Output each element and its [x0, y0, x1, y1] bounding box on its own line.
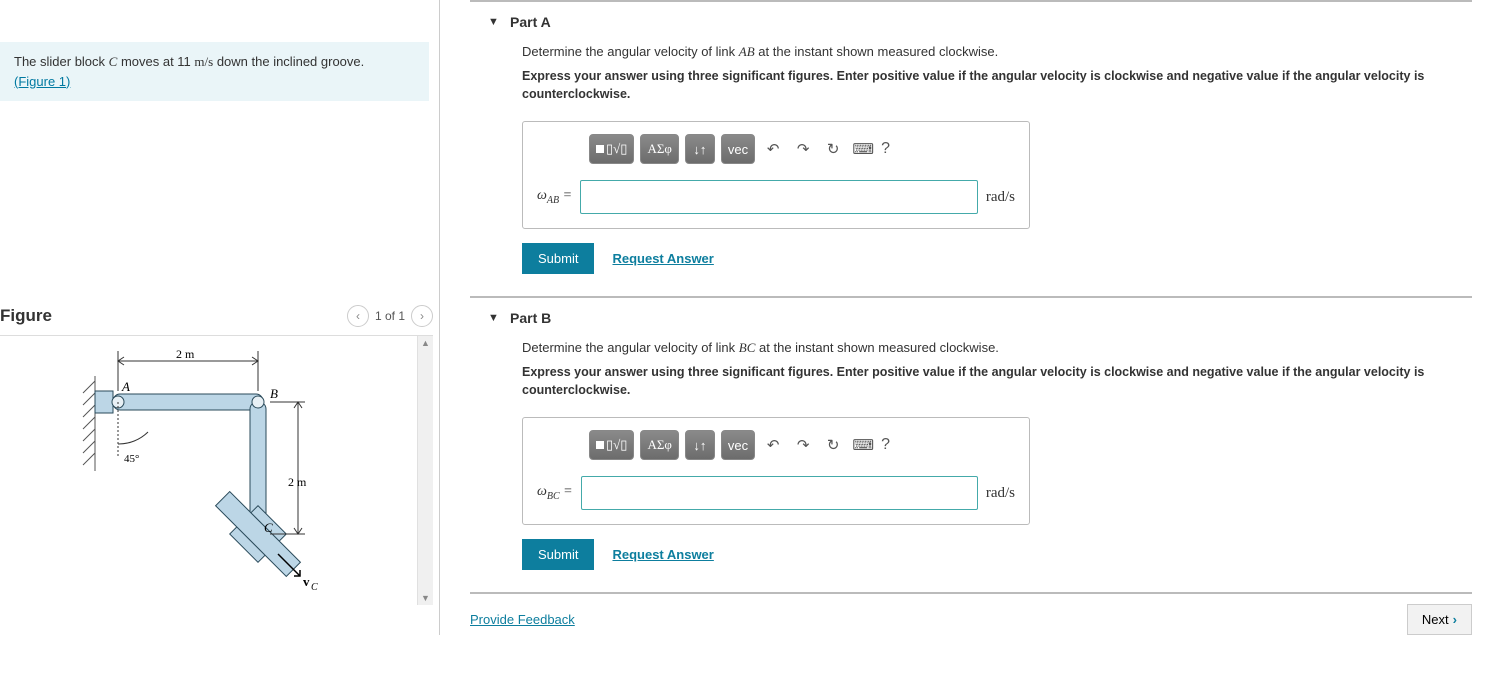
greek-button[interactable]: ΑΣφ [640, 134, 678, 164]
figure-diagram: 45° 2 m 2 m A B [0, 336, 410, 605]
reset-icon[interactable]: ↻ [821, 436, 845, 454]
provide-feedback-link[interactable]: Provide Feedback [470, 612, 575, 627]
keyboard-icon[interactable]: ⌨ [851, 140, 875, 158]
figure-page-count: 1 of 1 [375, 309, 405, 323]
problem-text-mid: moves at 11 [117, 54, 194, 69]
part-b-submit-button[interactable]: Submit [522, 539, 594, 570]
part-a-title: Part A [510, 14, 551, 30]
figure-next-button[interactable]: › [411, 305, 433, 327]
undo-icon[interactable]: ↶ [761, 140, 785, 158]
bottom-bar: Provide Feedback Next › [470, 592, 1472, 635]
dim-bc: 2 m [288, 475, 307, 489]
part-b: ▼ Part B Determine the angular velocity … [470, 296, 1472, 570]
part-a-instruction: Express your answer using three signific… [522, 68, 1472, 103]
part-a-request-answer-link[interactable]: Request Answer [612, 251, 713, 266]
collapse-icon[interactable]: ▼ [488, 16, 499, 28]
vec-button[interactable]: vec [721, 134, 755, 164]
part-b-request-answer-link[interactable]: Request Answer [612, 547, 713, 562]
figure-section: Figure ‹ 1 of 1 › [0, 301, 439, 605]
label-C: C [264, 520, 273, 535]
figure-body: 45° 2 m 2 m A B [0, 335, 433, 605]
scroll-down-icon: ▼ [419, 591, 432, 605]
redo-icon[interactable]: ↷ [791, 436, 815, 454]
collapse-icon[interactable]: ▼ [488, 312, 499, 324]
figure-pager: ‹ 1 of 1 › [347, 305, 433, 327]
part-b-answer-input[interactable] [581, 476, 978, 510]
angle-label: 45° [124, 453, 139, 465]
part-b-answer-box: ▯√▯ ΑΣφ ↓↑ vec ↶ ↷ ↻ ⌨ ? ωBC = rad/s [522, 417, 1030, 525]
scroll-up-icon: ▲ [419, 336, 432, 350]
dim-ab: 2 m [176, 347, 195, 361]
label-B: B [270, 386, 278, 401]
figure-title: Figure [0, 306, 52, 326]
svg-text:C: C [311, 582, 318, 593]
problem-text-prefix: The slider block [14, 54, 109, 69]
redo-icon[interactable]: ↷ [791, 140, 815, 158]
help-icon[interactable]: ? [881, 140, 890, 158]
part-a-prompt: Determine the angular velocity of link A… [522, 44, 1472, 60]
equation-toolbar: ▯√▯ ΑΣφ ↓↑ vec ↶ ↷ ↻ ⌨ ? [537, 430, 1015, 460]
next-button[interactable]: Next › [1407, 604, 1472, 635]
help-icon[interactable]: ? [881, 436, 890, 454]
part-b-title: Part B [510, 310, 551, 326]
problem-unit: m/s [194, 54, 213, 69]
greek-button[interactable]: ΑΣφ [640, 430, 678, 460]
part-b-unit: rad/s [986, 485, 1015, 502]
templates-button[interactable]: ▯√▯ [589, 134, 634, 164]
chevron-right-icon: › [1453, 612, 1457, 627]
part-a-unit: rad/s [986, 189, 1015, 206]
figure-link[interactable]: (Figure 1) [14, 74, 70, 89]
next-label: Next [1422, 612, 1449, 627]
svg-text:v: v [303, 574, 310, 589]
part-b-instruction: Express your answer using three signific… [522, 364, 1472, 399]
problem-statement: The slider block C moves at 11 m/s down … [0, 42, 429, 101]
equation-toolbar: ▯√▯ ΑΣφ ↓↑ vec ↶ ↷ ↻ ⌨ ? [537, 134, 1015, 164]
figure-scrollbar[interactable]: ▲ ▼ [417, 336, 433, 605]
part-a-answer-box: ▯√▯ ΑΣφ ↓↑ vec ↶ ↷ ↻ ⌨ ? ωAB = rad/s [522, 121, 1030, 229]
part-b-var-label: ωBC = [537, 484, 573, 502]
left-panel: The slider block C moves at 11 m/s down … [0, 0, 440, 635]
part-a-submit-button[interactable]: Submit [522, 243, 594, 274]
keyboard-icon[interactable]: ⌨ [851, 436, 875, 454]
reset-icon[interactable]: ↻ [821, 140, 845, 158]
figure-prev-button[interactable]: ‹ [347, 305, 369, 327]
undo-icon[interactable]: ↶ [761, 436, 785, 454]
templates-button[interactable]: ▯√▯ [589, 430, 634, 460]
vec-button[interactable]: vec [721, 430, 755, 460]
subscript-button[interactable]: ↓↑ [685, 430, 715, 460]
part-b-prompt: Determine the angular velocity of link B… [522, 340, 1472, 356]
subscript-button[interactable]: ↓↑ [685, 134, 715, 164]
part-a-answer-input[interactable] [580, 180, 978, 214]
part-a: ▼ Part A Determine the angular velocity … [470, 0, 1472, 274]
problem-text-suffix: down the inclined groove. [213, 54, 364, 69]
label-A: A [121, 379, 130, 394]
part-a-var-label: ωAB = [537, 188, 572, 206]
right-panel: ▼ Part A Determine the angular velocity … [440, 0, 1492, 635]
